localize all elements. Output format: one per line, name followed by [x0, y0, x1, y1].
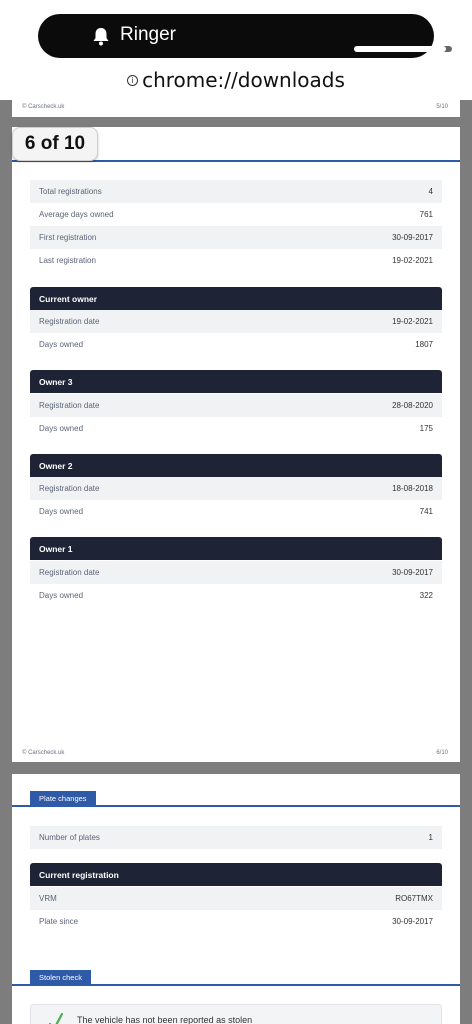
plates-row: Number of plates 1 — [30, 826, 442, 849]
owner-row: Registration date 30-09-2017 — [30, 561, 442, 584]
top-bar: Ringer i chrome://downloads — [0, 0, 472, 100]
pdf-viewer[interactable]: © Carscheck.uk 5/10 Total registrations 4… — [0, 100, 472, 1024]
owner-section-header: Current owner — [30, 287, 442, 310]
owner-row: Days owned 175 — [39, 424, 433, 433]
pdf-page-6: Total registrations 4 Average days owned 7… — [12, 127, 460, 762]
owner-row: Days owned 741 — [39, 507, 433, 516]
pdf-page-7: Plate changes Number of plates 1 Current … — [12, 774, 460, 1024]
page-number-badge: 6 of 10 — [12, 127, 98, 161]
owner-row: Days owned 322 — [39, 591, 433, 600]
owner-row: Days owned 1807 — [39, 340, 433, 349]
bell-icon — [93, 28, 109, 46]
current-registration-header: Current registration — [30, 863, 442, 886]
page-footer-left: © Carscheck.uk — [22, 750, 65, 756]
owner-row: Registration date 28-08-2020 — [30, 394, 442, 417]
page-footer-left: © Carscheck.uk — [22, 104, 65, 110]
ringer-status-pill: Ringer — [38, 14, 452, 58]
page-footer-right: 6/10 — [436, 750, 448, 756]
owner-section-header: Owner 3 — [30, 370, 442, 393]
pdf-page-5: © Carscheck.uk 5/10 — [12, 100, 460, 117]
address-bar[interactable]: i chrome://downloads — [0, 68, 472, 96]
summary-row: Average days owned 761 — [39, 210, 433, 219]
checkmark-icon — [49, 1013, 63, 1024]
summary-row: Total registrations 4 — [30, 180, 442, 203]
page-footer-right: 5/10 — [436, 104, 448, 110]
owner-section-header: Owner 2 — [30, 454, 442, 477]
owner-row: Registration date 18-08-2018 — [30, 477, 442, 500]
section-divider — [12, 984, 460, 986]
owner-section-header: Owner 1 — [30, 537, 442, 560]
plate-changes-tab: Plate changes — [30, 791, 96, 805]
ringer-volume-bar — [354, 46, 452, 52]
ringer-label: Ringer — [120, 24, 176, 45]
summary-row: Last registration 19-02-2021 — [39, 256, 433, 265]
stolen-check-tab: Stolen check — [30, 970, 91, 984]
info-icon[interactable]: i — [127, 74, 139, 86]
url-text[interactable]: chrome://downloads — [142, 68, 345, 92]
section-divider — [12, 805, 460, 807]
summary-row: First registration 30-09-2017 — [30, 226, 442, 249]
registration-row: Plate since 30-09-2017 — [39, 917, 433, 926]
owner-row: Registration date 19-02-2021 — [30, 310, 442, 333]
stolen-status-box: The vehicle has not been reported as sto… — [30, 1004, 442, 1024]
stolen-status-text: The vehicle has not been reported as sto… — [77, 1015, 253, 1024]
registration-row: VRM RO67TMX — [30, 887, 442, 910]
